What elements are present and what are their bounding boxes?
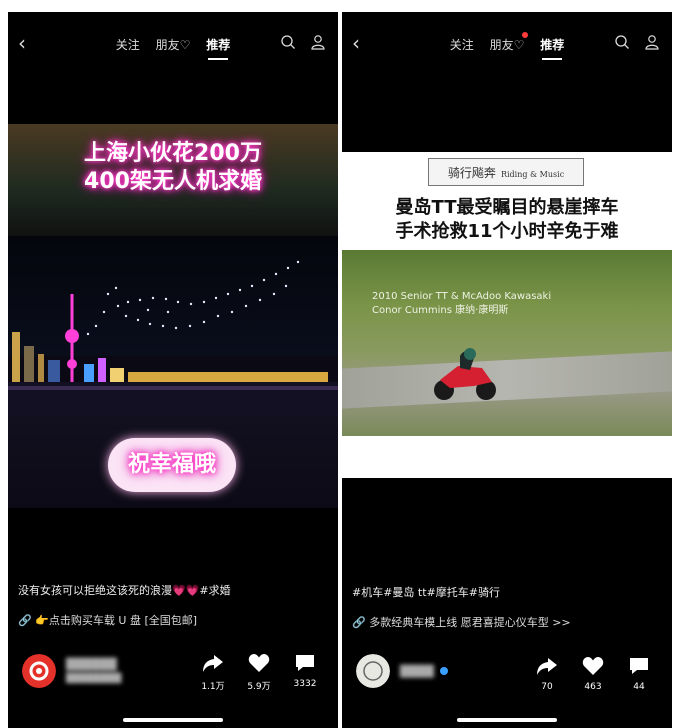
tab-friends[interactable]: 朋友♡ <box>156 36 191 53</box>
feed-screen-left: ‹ 关注 朋友♡ 推荐 上海小伙花200万 400架无人机求婚 祝幸福哦 没有女… <box>8 12 338 728</box>
video-subtitle-line-1: 2010 Senior TT & McAdoo Kawasaki <box>372 291 552 302</box>
share-icon <box>537 658 557 675</box>
motorcycle-rider <box>434 348 496 400</box>
overlay-title-line-1: 上海小伙花200万 <box>84 141 262 166</box>
racing-scene: 2010 Senior TT & McAdoo Kawasaki Conor C… <box>342 250 672 436</box>
tab-follow[interactable]: 关注 <box>450 36 474 53</box>
action-bar: 70 463 44 <box>524 656 662 692</box>
heart-icon <box>248 654 270 672</box>
logo-text: 骑行飚奔 <box>447 166 496 180</box>
profile-icon[interactable] <box>310 34 326 50</box>
comment-button[interactable]: 44 <box>616 656 662 692</box>
tab-friends-label: 朋友♡ <box>489 38 525 52</box>
promo-text: 多款经典车模上线 愿君喜提心仪车型 >> <box>369 616 571 629</box>
tab-recommend[interactable]: 推荐 <box>206 36 230 60</box>
action-bar: 1.1万 5.9万 3332 <box>190 653 328 692</box>
author-info[interactable]: ██████ ████████ <box>22 654 121 688</box>
link-icon: 🔗 <box>352 616 366 629</box>
author-name-blurred: ██████ ████████ <box>66 658 122 684</box>
road-track <box>342 351 672 409</box>
author-info[interactable]: ████ <box>356 654 448 688</box>
author-name-blurred: ████ <box>400 664 434 678</box>
promo-link[interactable]: 🔗 多款经典车模上线 愿君喜提心仪车型 >> <box>352 614 662 630</box>
like-button[interactable]: 5.9万 <box>236 653 282 692</box>
avatar[interactable] <box>22 654 56 688</box>
video-player[interactable]: 骑行飚奔 Riding & Music 曼岛TT最受瞩目的悬崖摔车 手术抢救11… <box>342 152 672 478</box>
comment-count: 3332 <box>293 679 317 689</box>
share-button[interactable]: 70 <box>524 656 570 692</box>
home-indicator[interactable] <box>457 718 557 722</box>
promo-text: 👉点击购买车载 U 盘 [全国包邮] <box>35 614 198 627</box>
video-subtitle: 2010 Senior TT & McAdoo Kawasaki Conor C… <box>372 290 551 318</box>
post-caption[interactable]: 没有女孩可以拒绝这该死的浪漫💗💗#求婚 <box>18 582 328 598</box>
logo-subtext: Riding & Music <box>500 170 565 179</box>
video-overlay-title: 上海小伙花200万 400架无人机求婚 <box>8 140 338 196</box>
avatar[interactable] <box>356 654 390 688</box>
share-count: 70 <box>541 682 553 692</box>
video-headline: 曼岛TT最受瞩目的悬崖摔车 手术抢救11个小时辛免于难 <box>342 196 672 244</box>
channel-logo-box: 骑行飚奔 Riding & Music <box>428 158 584 186</box>
night-sky-scene <box>8 236 338 416</box>
link-icon: 🔗 <box>18 614 32 627</box>
notification-dot <box>522 32 529 38</box>
tab-recommend[interactable]: 推荐 <box>540 36 564 60</box>
search-icon[interactable] <box>280 34 296 50</box>
profile-icon[interactable] <box>644 34 660 50</box>
comment-icon <box>296 655 314 671</box>
share-count: 1.1万 <box>201 682 225 692</box>
tab-friends[interactable]: 朋友♡ <box>489 32 529 53</box>
feed-screen-right: ‹ 关注 朋友♡ 推荐 骑行飚奔 Riding & Music 曼岛TT最受瞩目… <box>342 12 672 728</box>
share-button[interactable]: 1.1万 <box>190 653 236 692</box>
video-player[interactable]: 上海小伙花200万 400架无人机求婚 祝幸福哦 <box>8 124 338 508</box>
like-count: 5.9万 <box>247 682 271 692</box>
comment-count: 44 <box>633 682 645 692</box>
top-nav: ‹ 关注 朋友♡ 推荐 <box>8 12 338 72</box>
verified-badge <box>439 667 448 675</box>
comment-button[interactable]: 3332 <box>282 653 328 692</box>
comment-icon <box>630 658 648 674</box>
search-icon[interactable] <box>614 34 630 50</box>
like-count: 463 <box>584 682 602 692</box>
sticker-cloud: 祝幸福哦 <box>108 438 236 492</box>
like-button[interactable]: 463 <box>570 656 616 692</box>
heart-icon <box>582 657 604 675</box>
promo-link[interactable]: 🔗 👉点击购买车载 U 盘 [全国包邮] <box>18 612 328 628</box>
home-indicator[interactable] <box>123 718 223 722</box>
share-icon <box>203 655 223 672</box>
headline-line-2: 手术抢救11个小时辛免于难 <box>395 221 619 242</box>
post-caption[interactable]: #机车#曼岛 tt#摩托车#骑行 <box>352 584 662 600</box>
sticker-text: 祝幸福哦 <box>127 452 216 477</box>
top-nav: ‹ 关注 朋友♡ 推荐 <box>342 12 672 72</box>
overlay-title-line-2: 400架无人机求婚 <box>84 169 262 194</box>
headline-line-1: 曼岛TT最受瞩目的悬崖摔车 <box>395 197 619 218</box>
drone-hand-illustration <box>8 260 338 416</box>
tab-follow[interactable]: 关注 <box>116 36 140 53</box>
video-subtitle-line-2: Conor Cummins 康纳·康明斯 <box>372 305 509 316</box>
